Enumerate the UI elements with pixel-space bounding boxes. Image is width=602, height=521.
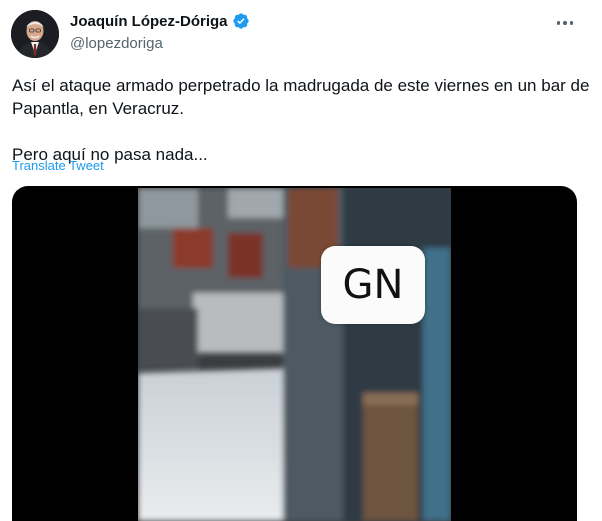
video-still: [138, 188, 451, 521]
translate-tweet-link[interactable]: Translate Tweet: [12, 158, 104, 173]
more-options-icon[interactable]: [550, 12, 580, 34]
display-name-row: Joaquín López-Dóriga: [70, 12, 250, 30]
video-media[interactable]: GN: [12, 186, 577, 521]
tweet: Joaquín López-Dóriga @lopezdoriga Así el…: [0, 0, 602, 521]
verified-badge-icon[interactable]: [232, 12, 250, 30]
video-frame: GN: [138, 188, 451, 521]
author-handle[interactable]: @lopezdoriga: [70, 35, 163, 52]
avatar-image: [11, 10, 59, 58]
gn-overlay-badge: GN: [321, 246, 425, 324]
display-name[interactable]: Joaquín López-Dóriga: [70, 13, 228, 30]
tweet-text: Así el ataque armado perpetrado la madru…: [12, 74, 592, 166]
tweet-paragraph: Así el ataque armado perpetrado la madru…: [12, 76, 590, 118]
avatar[interactable]: [11, 10, 59, 58]
